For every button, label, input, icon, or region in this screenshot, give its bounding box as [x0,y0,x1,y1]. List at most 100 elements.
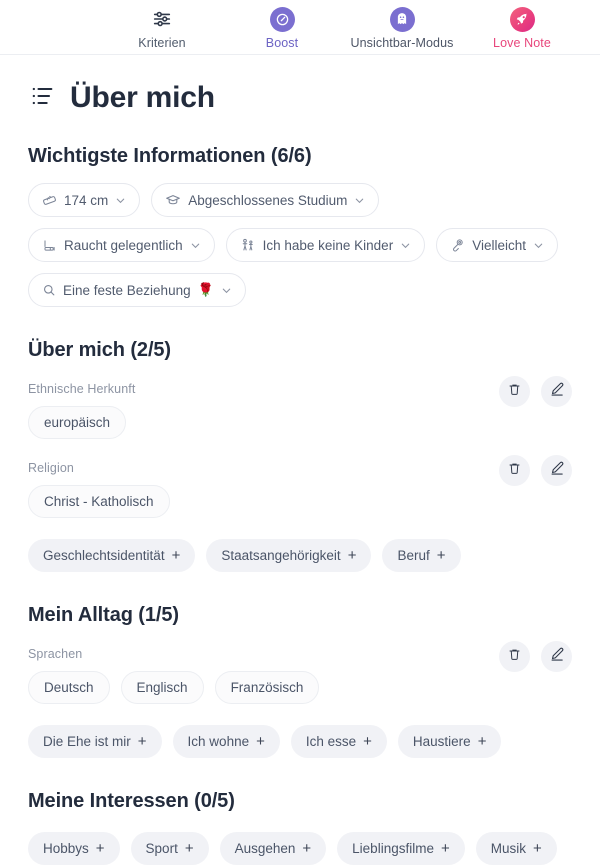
section-title-ueber-mich: Über mich (2/5) [28,339,572,362]
edit-button-sprachen[interactable] [541,641,572,672]
add-chip-label: Sport [146,841,178,856]
section-title-meine-interessen: Meine Interessen (0/5) [28,790,572,813]
pencil-icon [549,381,565,402]
add-chip-die-ehe-ist-mir[interactable]: Die Ehe ist mir + [28,725,162,758]
edit-button-religion[interactable] [541,455,572,486]
add-chip-lieblingsfilme[interactable]: Lieblingsfilme + [337,832,465,865]
section-title-wichtigste-informationen: Wichtigste Informationen (6/6) [28,145,572,168]
rose-emoji: 🌹 [198,282,214,298]
chip-row-wichtigste: 174 cm Abgeschlossenes Studium [28,183,572,307]
edit-button-ethnische-herkunft[interactable] [541,376,572,407]
add-chip-ich-esse[interactable]: Ich esse + [291,725,387,758]
chevron-down-icon [221,285,232,296]
value-chip-row: Christ - Katholisch [28,485,572,518]
top-toolbar: Kriterien Boost U [0,0,600,55]
graduation-cap-icon [165,192,181,208]
field-label: Ethnische Herkunft [28,382,572,396]
plus-icon: + [478,734,487,749]
page-title: Über mich [70,81,215,115]
chip-education[interactable]: Abgeschlossenes Studium [151,183,379,217]
sliders-icon [151,6,173,32]
value-chip-row: europäisch [28,406,572,439]
search-icon [42,283,56,297]
pencil-icon [549,646,565,667]
boost-icon [270,6,295,32]
delete-button-religion[interactable] [499,455,530,486]
field-label: Sprachen [28,647,572,661]
family-icon [240,237,256,253]
value-chip[interactable]: Französisch [215,671,320,704]
add-chip-label: Hobbys [43,841,89,856]
add-chip-label: Die Ehe ist mir [43,734,131,749]
cigarette-icon [42,238,57,253]
trash-icon [507,382,522,402]
add-chip-ich-wohne[interactable]: Ich wohne + [173,725,280,758]
trash-icon [507,647,522,667]
add-chip-ausgehen[interactable]: Ausgehen + [220,832,327,865]
trash-icon [507,461,522,481]
chip-children[interactable]: Ich habe keine Kinder [226,228,426,262]
chip-height[interactable]: 174 cm [28,183,140,217]
pacifier-icon [450,238,465,253]
delete-button-ethnische-herkunft[interactable] [499,376,530,407]
add-chip-haustiere[interactable]: Haustiere + [398,725,502,758]
add-chip-row-meine-interessen: Hobbys + Sport + Ausgehen + Lieblingsfil… [28,832,572,865]
plus-icon: + [185,841,194,856]
value-chip[interactable]: Englisch [121,671,204,704]
toolbar-label-love-note: Love Note [493,36,551,50]
add-chip-label: Lieblingsfilme [352,841,434,856]
chip-smoking[interactable]: Raucht gelegentlich [28,228,215,262]
chip-looking-for[interactable]: Eine feste Beziehung 🌹 [28,273,246,307]
ghost-icon [390,6,415,32]
delete-button-sprachen[interactable] [499,641,530,672]
chevron-down-icon [115,195,126,206]
add-chip-label: Ich esse [306,734,356,749]
field-religion: Religion [28,461,572,518]
plus-icon: + [302,841,311,856]
plus-icon: + [441,841,450,856]
value-chip[interactable]: Christ - Katholisch [28,485,170,518]
chip-label: Eine feste Beziehung [63,283,191,298]
rocket-icon [510,6,535,32]
plus-icon: + [172,548,181,563]
chip-label: Vielleicht [472,238,526,253]
plus-icon: + [363,734,372,749]
plus-icon: + [138,734,147,749]
ruler-icon [42,193,57,208]
plus-icon: + [348,548,357,563]
add-chip-label: Haustiere [413,734,471,749]
chip-wants-children[interactable]: Vielleicht [436,228,558,262]
field-actions [499,641,572,672]
add-chip-beruf[interactable]: Beruf + [382,539,460,572]
toolbar-label-unsichtbar-modus: Unsichtbar-Modus [350,36,453,50]
add-chip-geschlechtsidentitaet[interactable]: Geschlechtsidentität + [28,539,195,572]
chip-label: Raucht gelegentlich [64,238,183,253]
add-chip-sport[interactable]: Sport + [131,832,209,865]
plus-icon: + [96,841,105,856]
add-chip-hobbys[interactable]: Hobbys + [28,832,120,865]
value-chip[interactable]: Deutsch [28,671,110,704]
add-chip-row-mein-alltag: Die Ehe ist mir + Ich wohne + Ich esse +… [28,725,572,758]
add-chip-label: Musik [491,841,526,856]
chevron-down-icon [190,240,201,251]
list-bullets-icon [28,82,56,115]
add-chip-label: Ich wohne [188,734,250,749]
chip-label: 174 cm [64,193,108,208]
toolbar-item-unsichtbar-modus[interactable]: Unsichtbar-Modus [342,6,462,50]
chip-label: Ich habe keine Kinder [263,238,394,253]
toolbar-item-love-note[interactable]: Love Note [462,6,582,50]
toolbar-item-boost[interactable]: Boost [222,6,342,50]
toolbar-label-boost: Boost [266,36,298,50]
plus-icon: + [437,548,446,563]
chip-label: Abgeschlossenes Studium [188,193,347,208]
add-chip-musik[interactable]: Musik + [476,832,557,865]
value-chip[interactable]: europäisch [28,406,126,439]
plus-icon: + [256,734,265,749]
toolbar-item-kriterien[interactable]: Kriterien [102,6,222,50]
profile-page: Über mich Wichtigste Informationen (6/6)… [0,55,600,865]
field-sprachen: Sprachen [28,647,572,704]
add-chip-row-ueber-mich: Geschlechtsidentität + Staatsangehörigke… [28,539,572,572]
value-chip-row: Deutsch Englisch Französisch [28,671,572,704]
chevron-down-icon [354,195,365,206]
add-chip-staatsangehoerigkeit[interactable]: Staatsangehörigkeit + [206,539,371,572]
